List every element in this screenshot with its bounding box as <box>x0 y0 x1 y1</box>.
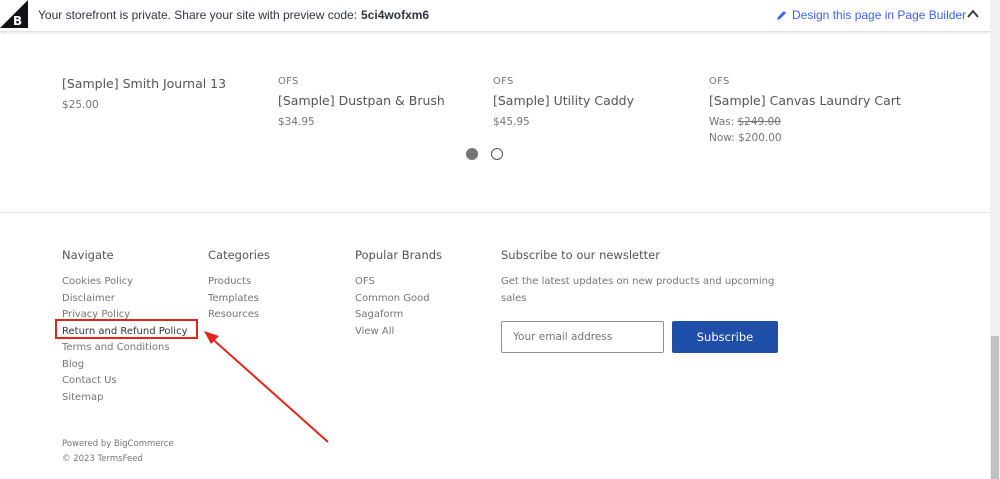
footer-link-sagaform[interactable]: Sagaform <box>355 307 442 324</box>
scrollbar-thumb[interactable] <box>991 336 999 479</box>
footer-link-view-all[interactable]: View All <box>355 324 442 341</box>
product-card[interactable]: OFS [Sample] Utility Caddy $45.95 <box>493 76 634 128</box>
product-price: $34.95 <box>278 116 315 128</box>
footer-link-resources[interactable]: Resources <box>208 307 270 324</box>
product-card[interactable]: [Sample] Smith Journal 13 $25.00 <box>62 76 226 111</box>
footer-link-contact-us[interactable]: Contact Us <box>62 373 188 390</box>
footer-link-blog[interactable]: Blog <box>62 357 188 374</box>
footer-heading-categories: Categories <box>208 248 270 262</box>
product-now-price: Now: $200.00 <box>709 132 782 144</box>
footer-link-terms-conditions[interactable]: Terms and Conditions <box>62 340 188 357</box>
page-builder-link[interactable]: Design this page in Page Builder <box>776 8 966 22</box>
footer-link-disclaimer[interactable]: Disclaimer <box>62 291 188 308</box>
newsletter-description: Get the latest updates on new products a… <box>501 276 775 304</box>
product-brand: OFS <box>493 76 514 87</box>
product-brand: OFS <box>278 76 299 87</box>
bigcommerce-logo-icon: B <box>0 0 28 28</box>
pencil-icon <box>777 11 786 20</box>
footer-categories: Categories Products Templates Resources <box>208 248 270 324</box>
navigate-links: Cookies Policy Disclaimer Privacy Policy… <box>62 274 188 406</box>
product-name[interactable]: [Sample] Utility Caddy <box>493 93 634 108</box>
product-brand: OFS <box>709 76 730 87</box>
footer-link-templates[interactable]: Templates <box>208 291 270 308</box>
was-label: Was: <box>709 116 735 128</box>
footer-link-common-good[interactable]: Common Good <box>355 291 442 308</box>
scrollbar[interactable] <box>990 0 1000 479</box>
categories-links: Products Templates Resources <box>208 274 270 324</box>
footer-heading-navigate: Navigate <box>62 248 114 262</box>
footer-heading-brands: Popular Brands <box>355 248 443 262</box>
footer-brands: Popular Brands OFS Common Good Sagaform … <box>355 248 442 340</box>
page-builder-label: Design this page in Page Builder <box>792 8 967 22</box>
product-card[interactable]: OFS [Sample] Dustpan & Brush $34.95 <box>278 76 445 128</box>
footer-credits: Powered by BigCommerce © 2023 TermsFeed <box>62 437 174 467</box>
product-price: $45.95 <box>493 116 530 128</box>
copyright-text: © 2023 TermsFeed <box>62 454 143 464</box>
footer-link-cookies-policy[interactable]: Cookies Policy <box>62 274 188 291</box>
preview-code: 5ci4wofxm6 <box>361 8 430 22</box>
carousel-dot-1[interactable] <box>466 148 478 160</box>
preview-banner: B Your storefront is private. Share your… <box>0 0 990 32</box>
subscribe-button[interactable]: Subscribe <box>672 321 778 353</box>
footer-heading-newsletter: Subscribe to our newsletter <box>501 248 660 262</box>
banner-message: Your storefront is private. Share your s… <box>38 8 429 22</box>
svg-text:B: B <box>13 14 22 28</box>
carousel-dot-2[interactable] <box>491 148 503 160</box>
email-input[interactable]: Your email address <box>501 321 664 353</box>
footer-link-products[interactable]: Products <box>208 274 270 291</box>
footer-divider <box>0 212 990 213</box>
powered-by-text: Powered by BigCommerce <box>62 439 174 449</box>
highlight-box <box>55 319 198 339</box>
brands-links: OFS Common Good Sagaform View All <box>355 274 442 340</box>
annotation-arrow-icon <box>204 331 329 443</box>
footer-link-ofs[interactable]: OFS <box>355 274 442 291</box>
footer-newsletter: Subscribe to our newsletter Get the late… <box>501 248 791 307</box>
product-name[interactable]: [Sample] Dustpan & Brush <box>278 93 445 108</box>
banner-text: Your storefront is private. Share your s… <box>38 8 358 22</box>
product-card[interactable]: OFS [Sample] Canvas Laundry Cart Was: $2… <box>709 76 901 146</box>
chevron-up-icon[interactable] <box>966 7 980 21</box>
product-name[interactable]: [Sample] Smith Journal 13 <box>62 76 226 91</box>
was-price-value: $249.00 <box>737 116 781 128</box>
footer-link-sitemap[interactable]: Sitemap <box>62 390 188 407</box>
product-price: $25.00 <box>62 99 99 111</box>
product-name[interactable]: [Sample] Canvas Laundry Cart <box>709 93 901 108</box>
product-was-price: Was: $249.00 <box>709 114 901 130</box>
